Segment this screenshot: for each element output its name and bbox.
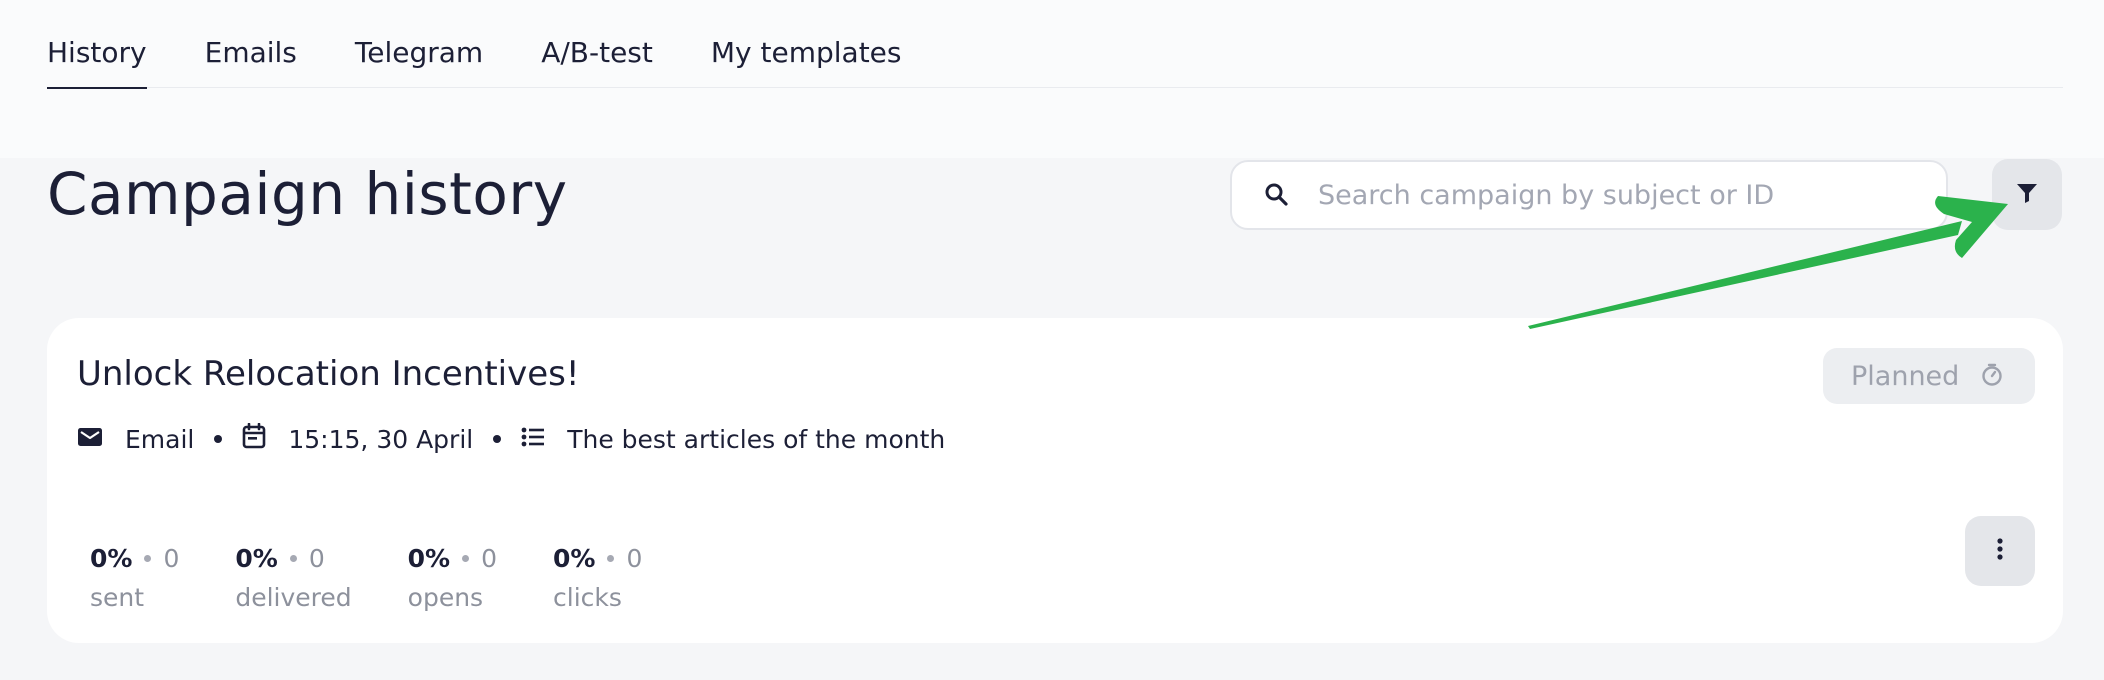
stat-label: clicks xyxy=(553,583,622,612)
stat-count: 0 xyxy=(626,544,643,573)
stat-label: opens xyxy=(407,583,484,612)
stat-opens: 0% 0 opens xyxy=(408,544,497,612)
calendar-icon xyxy=(242,422,266,455)
stat-separator xyxy=(607,555,615,562)
stat-percent: 0% xyxy=(90,544,133,573)
status-badge: Planned xyxy=(1823,348,2035,404)
tab-bar: History Emails Telegram A/B-test My temp… xyxy=(47,34,2063,89)
stat-separator xyxy=(144,555,152,562)
tab-my-templates[interactable]: My templates xyxy=(711,34,902,88)
search-box[interactable] xyxy=(1230,160,1948,230)
filter-icon xyxy=(2014,180,2040,210)
search-icon xyxy=(1262,180,1292,210)
campaign-card[interactable]: Unlock Relocation Incentives! Planned Em… xyxy=(47,318,2063,643)
tab-ab-test[interactable]: A/B-test xyxy=(541,34,653,88)
stat-percent: 0% xyxy=(407,544,451,573)
campaign-stats: 0% 0 sent 0% 0 delivered 0% 0 opens 0% 0… xyxy=(90,544,698,612)
mailing-list-name: The best articles of the month xyxy=(567,424,946,454)
stat-separator xyxy=(462,555,470,562)
stat-count: 0 xyxy=(163,544,180,573)
stat-sent: 0% 0 sent xyxy=(90,544,179,612)
stat-percent: 0% xyxy=(235,544,278,573)
meta-separator xyxy=(214,435,223,443)
stat-percent: 0% xyxy=(553,544,596,573)
tab-history[interactable]: History xyxy=(47,34,147,89)
filter-button[interactable] xyxy=(1992,159,2062,230)
stat-clicks: 0% 0 clicks xyxy=(553,544,642,612)
stat-label: sent xyxy=(90,583,145,612)
stat-count: 0 xyxy=(481,544,498,573)
page-title: Campaign history xyxy=(47,160,568,228)
more-vertical-icon xyxy=(1996,537,2004,565)
stat-count: 0 xyxy=(308,544,325,573)
envelope-icon xyxy=(77,425,103,454)
status-label: Planned xyxy=(1851,360,1960,392)
timer-icon xyxy=(1979,361,2005,391)
tab-telegram[interactable]: Telegram xyxy=(355,34,483,88)
stat-delivered: 0% 0 delivered xyxy=(235,544,351,612)
list-icon xyxy=(521,425,545,454)
search-input[interactable] xyxy=(1318,179,1918,211)
meta-separator xyxy=(493,435,502,443)
stat-label: delivered xyxy=(235,583,352,612)
top-navigation-bar: History Emails Telegram A/B-test My temp… xyxy=(0,0,2104,158)
more-options-button[interactable] xyxy=(1965,516,2035,586)
tab-emails[interactable]: Emails xyxy=(205,34,297,88)
channel-label: Email xyxy=(125,424,195,454)
stat-separator xyxy=(289,555,297,562)
campaign-title[interactable]: Unlock Relocation Incentives! xyxy=(77,354,580,394)
scheduled-datetime: 15:15, 30 April xyxy=(288,424,474,454)
campaign-meta: Email 15:15, 30 April The best articles … xyxy=(77,422,946,455)
